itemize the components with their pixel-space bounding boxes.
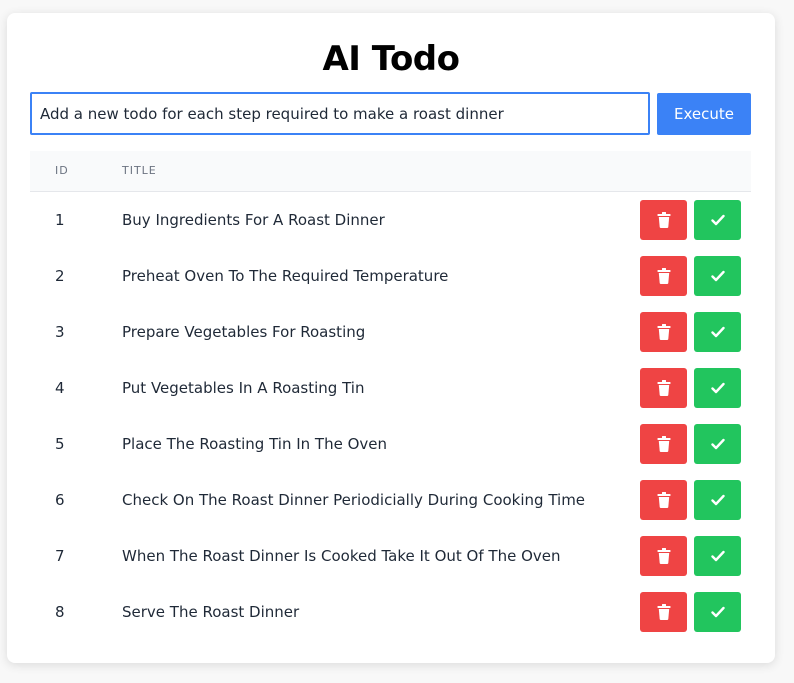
check-icon	[710, 382, 725, 394]
check-icon	[710, 270, 725, 282]
trash-icon	[657, 436, 671, 452]
check-icon	[710, 214, 725, 226]
todo-id: 3	[55, 323, 65, 341]
todo-title: Put Vegetables In A Roasting Tin	[122, 379, 365, 397]
trash-icon	[657, 268, 671, 284]
todo-title: Check On The Roast Dinner Periodicially …	[122, 491, 586, 509]
delete-button[interactable]	[640, 368, 687, 408]
table-body: 1 Buy Ingredients For A Roast Dinner 2 Preh…	[30, 192, 751, 640]
trash-icon	[657, 212, 671, 228]
todo-id: 2	[55, 267, 65, 285]
trash-icon	[657, 380, 671, 396]
todo-id: 7	[55, 547, 65, 565]
todo-title: Serve The Roast Dinner	[122, 603, 300, 621]
todo-id: 8	[55, 603, 65, 621]
complete-button[interactable]	[694, 480, 741, 520]
check-icon	[710, 606, 725, 618]
complete-button[interactable]	[694, 256, 741, 296]
delete-button[interactable]	[640, 536, 687, 576]
column-header-title: TITLE	[122, 164, 157, 177]
prompt-input[interactable]	[30, 92, 650, 135]
check-icon	[710, 438, 725, 450]
todo-id: 5	[55, 435, 65, 453]
delete-button[interactable]	[640, 592, 687, 632]
check-icon	[710, 550, 725, 562]
complete-button[interactable]	[694, 368, 741, 408]
table-row: 8 Serve The Roast Dinner	[30, 584, 751, 640]
table-row: 1 Buy Ingredients For A Roast Dinner	[30, 192, 751, 248]
complete-button[interactable]	[694, 536, 741, 576]
todo-title: Buy Ingredients For A Roast Dinner	[122, 211, 385, 229]
delete-button[interactable]	[640, 200, 687, 240]
table-row: 7 When The Roast Dinner Is Cooked Take It…	[30, 528, 751, 584]
table-row: 4 Put Vegetables In A Roasting Tin	[30, 360, 751, 416]
todo-id: 6	[55, 491, 65, 509]
table-row: 3 Prepare Vegetables For Roasting	[30, 304, 751, 360]
todo-title: When The Roast Dinner Is Cooked Take It …	[122, 547, 561, 565]
trash-icon	[657, 324, 671, 340]
todo-title: Preheat Oven To The Required Temperature	[122, 267, 449, 285]
trash-icon	[657, 604, 671, 620]
todo-title: Prepare Vegetables For Roasting	[122, 323, 366, 341]
page-title: AI Todo	[322, 39, 460, 79]
complete-button[interactable]	[694, 312, 741, 352]
complete-button[interactable]	[694, 592, 741, 632]
todo-card: AI Todo Execute ID TITLE 1 Buy Ingredient…	[7, 13, 775, 663]
execute-button[interactable]: Execute	[657, 93, 751, 135]
delete-button[interactable]	[640, 480, 687, 520]
delete-button[interactable]	[640, 312, 687, 352]
check-icon	[710, 326, 725, 338]
table-row: 5 Place The Roasting Tin In The Oven	[30, 416, 751, 472]
complete-button[interactable]	[694, 424, 741, 464]
complete-button[interactable]	[694, 200, 741, 240]
trash-icon	[657, 492, 671, 508]
trash-icon	[657, 548, 671, 564]
todo-id: 1	[55, 211, 65, 229]
table-row: 2 Preheat Oven To The Required Temperatur…	[30, 248, 751, 304]
check-icon	[710, 494, 725, 506]
todo-table: ID TITLE 1 Buy Ingredients For A Roast Di…	[30, 151, 751, 640]
todo-title: Place The Roasting Tin In The Oven	[122, 435, 388, 453]
delete-button[interactable]	[640, 424, 687, 464]
table-header: ID TITLE	[30, 151, 751, 192]
column-header-id: ID	[55, 164, 69, 177]
delete-button[interactable]	[640, 256, 687, 296]
table-row: 6 Check On The Roast Dinner Periodicially…	[30, 472, 751, 528]
todo-id: 4	[55, 379, 65, 397]
